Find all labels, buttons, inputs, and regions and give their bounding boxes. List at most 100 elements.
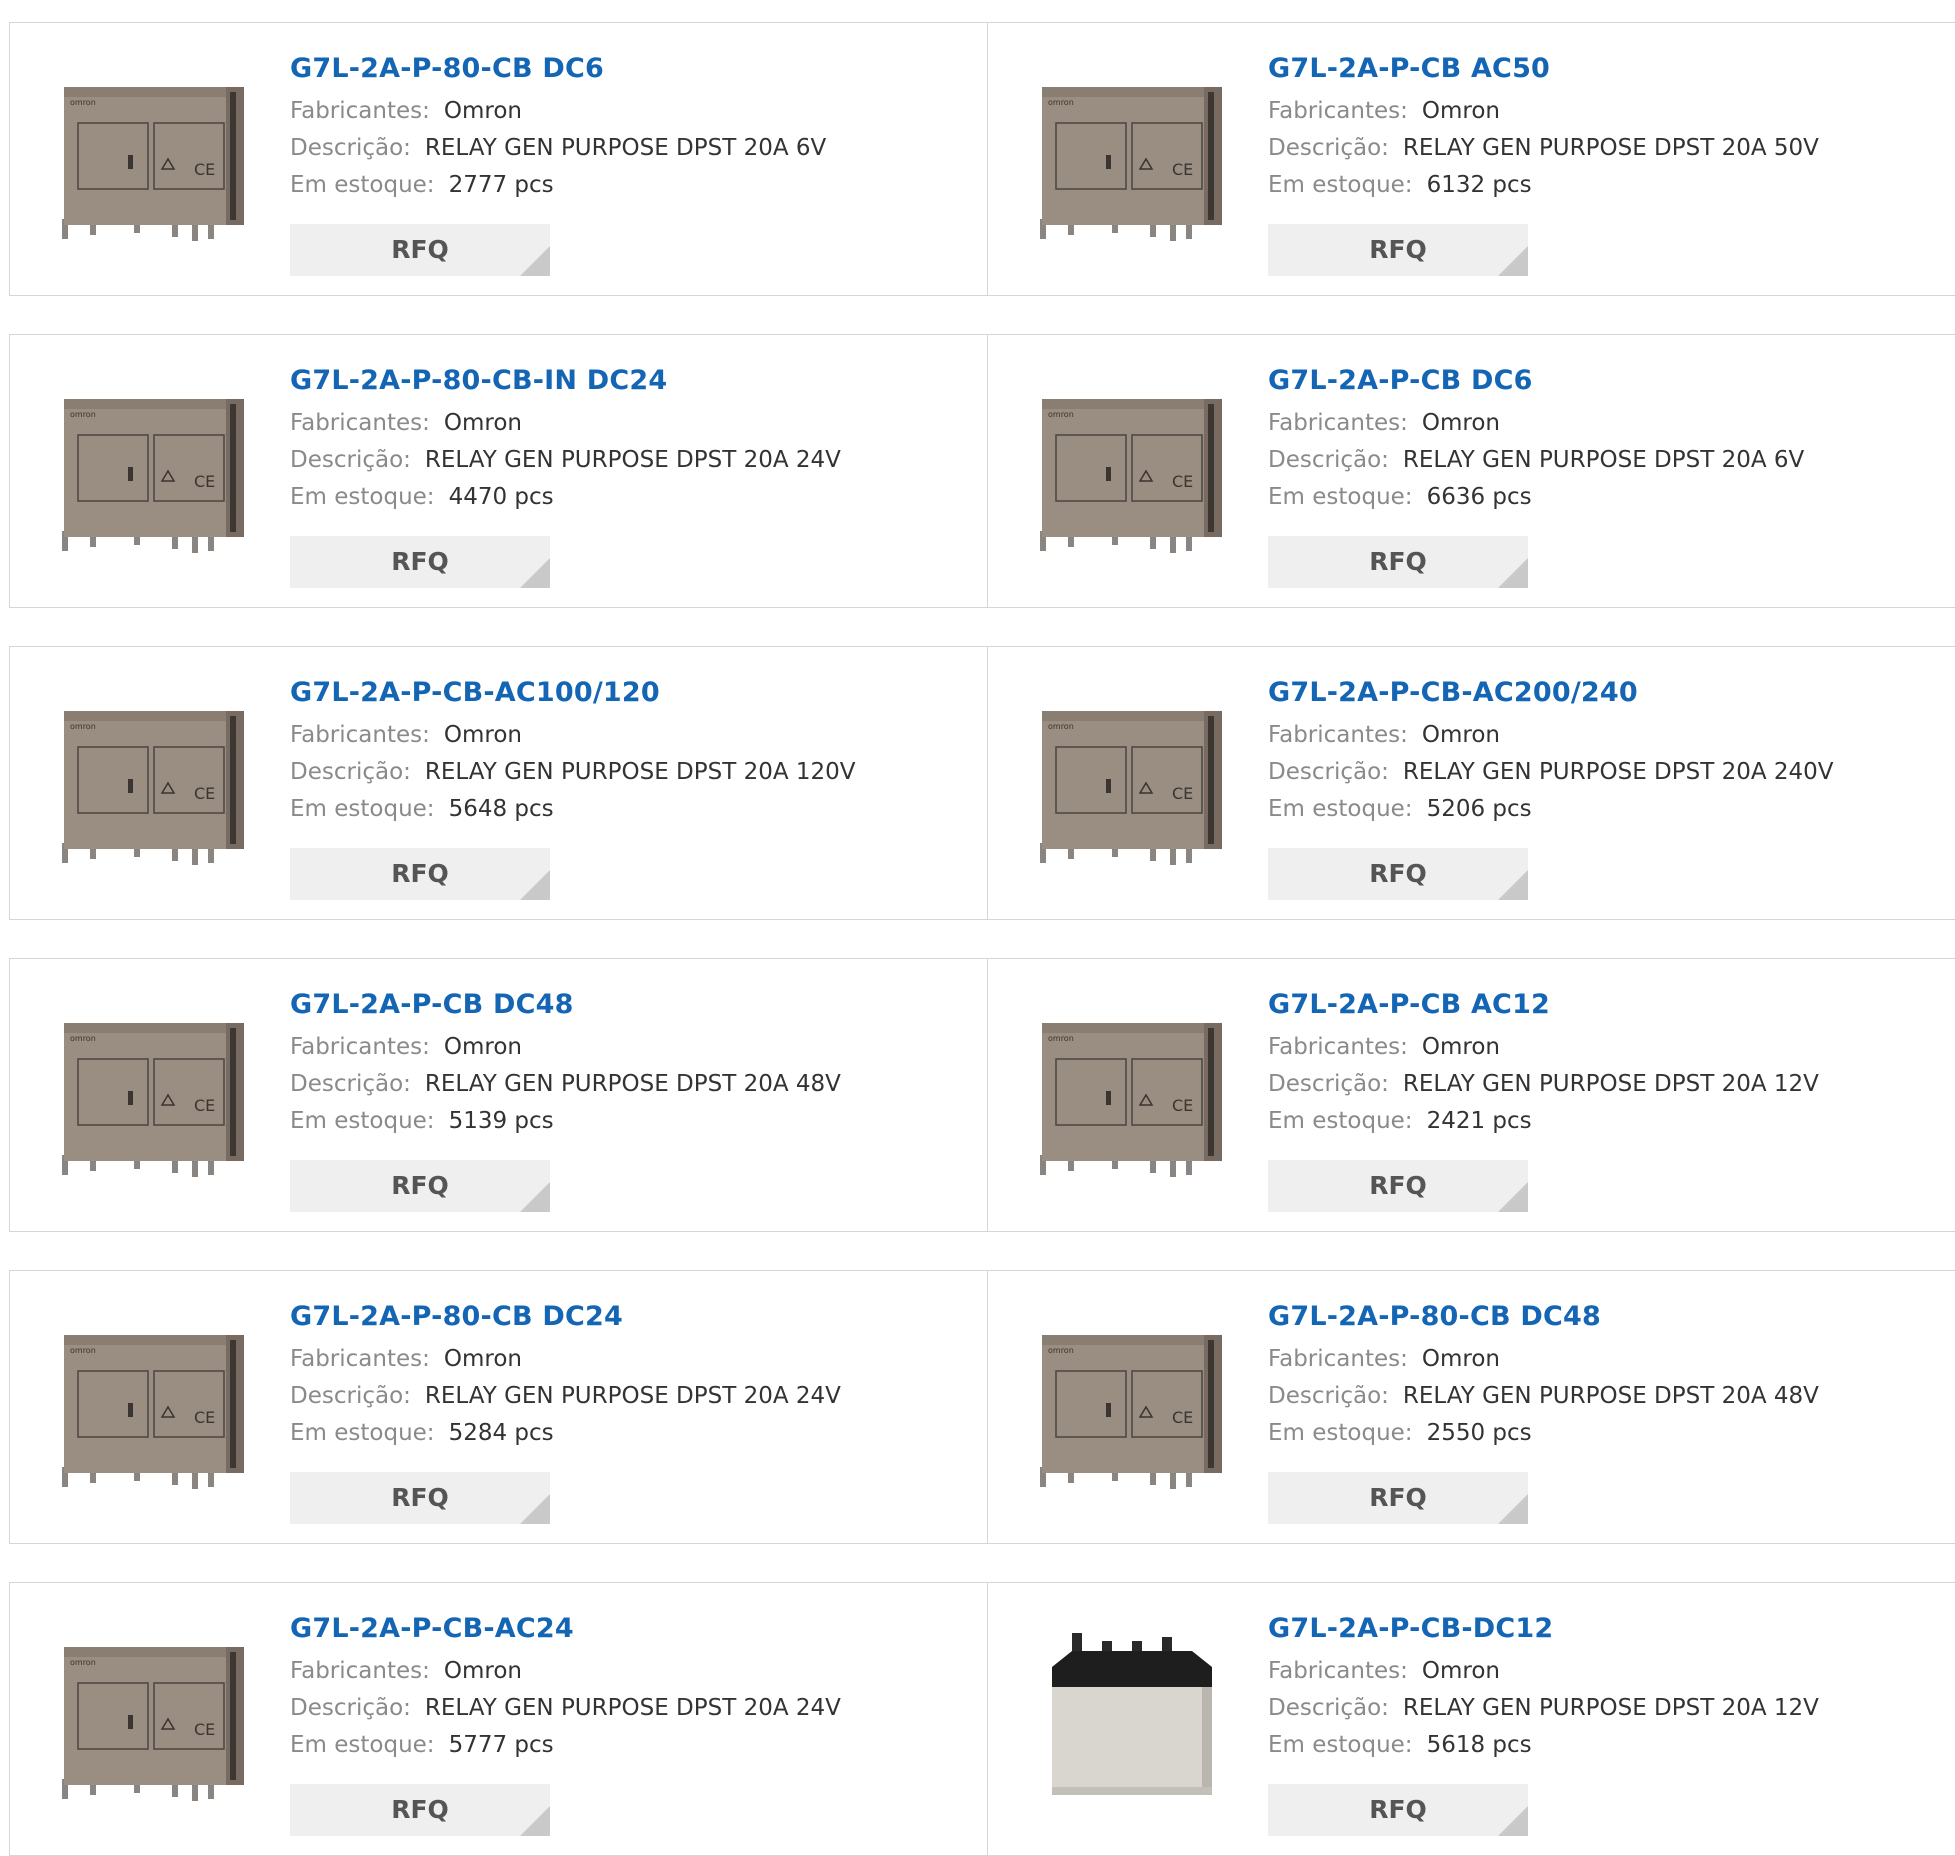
svg-text:omron: omron [1048,410,1074,419]
product-title-link[interactable]: G7L-2A-P-80-CB DC48 [1268,1301,1819,1341]
product-title-link[interactable]: G7L-2A-P-CB-AC200/240 [1268,677,1834,717]
product-image[interactable]: omron CE [54,379,254,559]
stock-row: Em estoque: 4470 pcs [290,479,841,516]
product-title-link[interactable]: G7L-2A-P-80-CB DC24 [290,1301,841,1341]
description-row: Descrição: RELAY GEN PURPOSE DPST 20A 240… [1268,754,1834,791]
product-title-link[interactable]: G7L-2A-P-CB DC6 [1268,365,1804,405]
rfq-label: RFQ [1369,1171,1427,1200]
product-image[interactable]: omron CE [1032,379,1232,559]
rfq-button[interactable]: RFQ [1268,848,1528,900]
button-corner-decoration [520,1494,550,1524]
product-image[interactable]: omron CE [54,1003,254,1183]
svg-text:omron: omron [70,98,96,107]
rfq-label: RFQ [1369,859,1427,888]
rfq-button[interactable]: RFQ [290,1472,550,1524]
product-image[interactable]: omron CE [54,691,254,871]
stock-label: Em estoque: [290,796,435,822]
product-image[interactable]: omron CE [1032,691,1232,871]
stock-label: Em estoque: [1268,484,1413,510]
rfq-button[interactable]: RFQ [290,536,550,588]
product-info: G7L-2A-P-CB-AC24 Fabricantes: Omron Descr… [290,1613,841,1764]
product-info: G7L-2A-P-80-CB DC48 Fabricantes: Omron De… [1268,1301,1819,1452]
manufacturer-row: Fabricantes: Omron [290,1341,841,1378]
description-value: RELAY GEN PURPOSE DPST 20A 48V [424,1071,841,1097]
product-info: G7L-2A-P-CB-AC100/120 Fabricantes: Omron … [290,677,856,828]
description-label: Descrição: [1268,447,1389,473]
manufacturer-value: Omron [443,410,522,436]
product-image[interactable]: omron CE [54,67,254,247]
product-title-link[interactable]: G7L-2A-P-CB-AC24 [290,1613,841,1653]
stock-row: Em estoque: 6636 pcs [1268,479,1804,516]
svg-text:omron: omron [70,1034,96,1043]
description-label: Descrição: [1268,1071,1389,1097]
product-image[interactable]: omron CE [1032,67,1232,247]
manufacturer-row: Fabricantes: Omron [290,93,826,130]
rfq-button[interactable]: RFQ [1268,1472,1528,1524]
product-card: omron CE G7L-2A-P-CB-AC200/240 Fabricant… [987,646,1955,920]
rfq-label: RFQ [1369,547,1427,576]
product-info: G7L-2A-P-CB AC50 Fabricantes: Omron Descr… [1268,53,1819,204]
description-row: Descrição: RELAY GEN PURPOSE DPST 20A 24V [290,1690,841,1727]
manufacturer-value: Omron [443,722,522,748]
rfq-button[interactable]: RFQ [290,224,550,276]
description-value: RELAY GEN PURPOSE DPST 20A 50V [1402,135,1819,161]
manufacturer-value: Omron [1421,98,1500,124]
manufacturer-value: Omron [1421,1034,1500,1060]
stock-value: 2421 pcs [1426,1108,1532,1134]
product-card: omron CE G7L-2A-P-CB AC50 Fabricantes: Om… [987,22,1955,296]
manufacturer-label: Fabricantes: [290,410,430,436]
relay-grey-icon: omron CE [1040,1023,1222,1177]
manufacturer-value: Omron [443,98,522,124]
button-corner-decoration [1498,246,1528,276]
relay-grey-icon: omron CE [1040,711,1222,865]
product-image[interactable]: omron CE [54,1627,254,1807]
rfq-button[interactable]: RFQ [1268,224,1528,276]
stock-value: 5284 pcs [448,1420,554,1446]
rfq-button[interactable]: RFQ [290,1160,550,1212]
description-value: RELAY GEN PURPOSE DPST 20A 24V [424,447,841,473]
manufacturer-label: Fabricantes: [290,98,430,124]
product-title-link[interactable]: G7L-2A-P-CB AC12 [1268,989,1819,1029]
svg-text:omron: omron [70,1658,96,1667]
description-value: RELAY GEN PURPOSE DPST 20A 6V [1402,447,1805,473]
product-title-link[interactable]: G7L-2A-P-80-CB-IN DC24 [290,365,841,405]
svg-text:omron: omron [1048,98,1074,107]
product-title-link[interactable]: G7L-2A-P-80-CB DC6 [290,53,826,93]
manufacturer-label: Fabricantes: [290,1658,430,1684]
product-image[interactable]: omron CE [1032,1315,1232,1495]
button-corner-decoration [1498,870,1528,900]
product-title-link[interactable]: G7L-2A-P-CB-DC12 [1268,1613,1819,1653]
rfq-button[interactable]: RFQ [1268,1784,1528,1836]
manufacturer-label: Fabricantes: [290,1346,430,1372]
rfq-button[interactable]: RFQ [1268,1160,1528,1212]
description-value: RELAY GEN PURPOSE DPST 20A 6V [424,135,827,161]
relay-white-icon [1052,1633,1212,1795]
description-row: Descrição: RELAY GEN PURPOSE DPST 20A 12V [1268,1690,1819,1727]
stock-label: Em estoque: [290,172,435,198]
stock-value: 5618 pcs [1426,1732,1532,1758]
relay-grey-icon: omron CE [62,1023,244,1177]
description-row: Descrição: RELAY GEN PURPOSE DPST 20A 6V [1268,442,1804,479]
svg-text:omron: omron [1048,722,1074,731]
rfq-label: RFQ [1369,1483,1427,1512]
rfq-button[interactable]: RFQ [290,1784,550,1836]
product-title-link[interactable]: G7L-2A-P-CB DC48 [290,989,841,1029]
stock-row: Em estoque: 2421 pcs [1268,1103,1819,1140]
description-label: Descrição: [290,759,411,785]
svg-text:CE: CE [194,1408,215,1427]
product-info: G7L-2A-P-CB-AC200/240 Fabricantes: Omron … [1268,677,1834,828]
product-info: G7L-2A-P-80-CB-IN DC24 Fabricantes: Omron… [290,365,841,516]
product-image[interactable]: omron CE [54,1315,254,1495]
product-card: omron CE G7L-2A-P-CB-AC24 Fabricantes: Om… [9,1582,988,1856]
rfq-button[interactable]: RFQ [1268,536,1528,588]
manufacturer-value: Omron [1421,1346,1500,1372]
product-title-link[interactable]: G7L-2A-P-CB-AC100/120 [290,677,856,717]
relay-grey-icon: omron CE [62,1335,244,1489]
product-image[interactable] [1032,1627,1232,1807]
product-title-link[interactable]: G7L-2A-P-CB AC50 [1268,53,1819,93]
product-image[interactable]: omron CE [1032,1003,1232,1183]
svg-text:CE: CE [194,1096,215,1115]
description-value: RELAY GEN PURPOSE DPST 20A 12V [1402,1071,1819,1097]
stock-label: Em estoque: [290,1420,435,1446]
rfq-button[interactable]: RFQ [290,848,550,900]
